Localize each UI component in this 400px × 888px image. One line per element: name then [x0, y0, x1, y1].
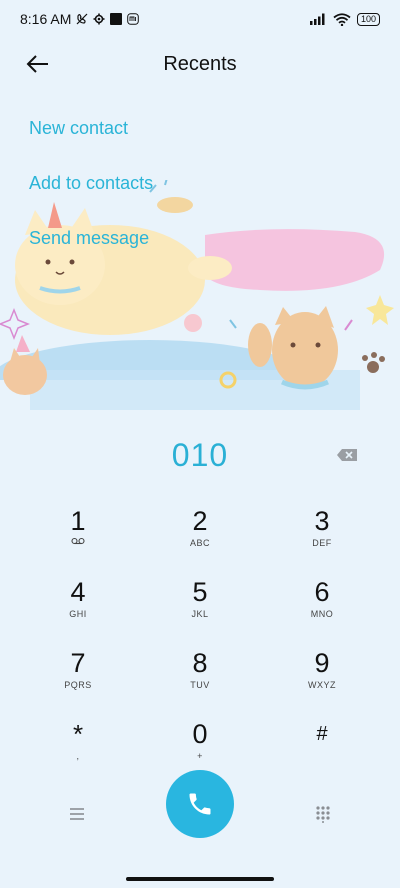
wifi-icon — [333, 12, 351, 26]
key-letters: + — [197, 751, 203, 761]
key-letters: MNO — [310, 609, 334, 619]
key-letters: DEF — [312, 538, 332, 548]
action-links: New contact Add to contacts Send message — [29, 110, 153, 275]
keypad: 1 2 ABC 3 DEF 4 GHI 5 JKL 6 MNO 7 PQRS 8… — [17, 500, 383, 784]
mi-icon — [127, 13, 140, 25]
arrow-left-icon — [26, 55, 48, 73]
add-to-contacts-link[interactable]: Add to contacts — [29, 165, 153, 220]
voicemail-icon — [71, 537, 85, 545]
back-button[interactable] — [22, 50, 54, 78]
menu-button[interactable] — [62, 796, 92, 832]
status-bar: 8:16 AM 100 — [0, 0, 400, 38]
battery-icon: 100 — [356, 12, 380, 26]
key-8[interactable]: 8 TUV — [139, 642, 261, 713]
key-digit: 5 — [192, 577, 208, 607]
status-left: 8:16 AM — [20, 11, 140, 27]
backspace-button[interactable] — [334, 444, 360, 466]
signal-icon — [309, 13, 325, 25]
key-digit: 0 — [192, 719, 208, 749]
key-letters: JKL — [191, 609, 209, 619]
key-letters: ABC — [189, 538, 210, 548]
key-digit: 9 — [314, 648, 330, 678]
key-1[interactable]: 1 — [17, 500, 139, 571]
home-indicator[interactable] — [126, 877, 274, 881]
key-digit: 6 — [314, 577, 330, 607]
key-digit: 8 — [192, 648, 208, 678]
key-letters: , — [76, 751, 80, 761]
key-digit: 4 — [70, 577, 86, 607]
key-letters: PQRS — [64, 680, 92, 690]
square-notification-icon — [110, 13, 123, 25]
send-message-link[interactable]: Send message — [29, 220, 153, 275]
phone-icon — [189, 793, 211, 815]
status-time: 8:16 AM — [20, 11, 72, 27]
dialpad-icon — [316, 806, 330, 823]
key-3[interactable]: 3 DEF — [261, 500, 383, 571]
new-contact-link[interactable]: New contact — [29, 110, 153, 165]
key-star[interactable]: * , — [17, 713, 139, 784]
dialpad-toggle-button[interactable] — [308, 796, 338, 832]
key-digit: 2 — [192, 506, 208, 536]
status-right: 100 — [309, 12, 380, 26]
header: Recents — [0, 44, 400, 84]
key-9[interactable]: 9 WXYZ — [261, 642, 383, 713]
call-button[interactable] — [166, 770, 234, 838]
no-call-icon — [76, 13, 88, 25]
battery-level: 100 — [360, 14, 376, 24]
key-digit: 7 — [70, 648, 86, 678]
key-hash[interactable]: # — [261, 713, 383, 784]
key-4[interactable]: 4 GHI — [17, 571, 139, 642]
key-5[interactable]: 5 JKL — [139, 571, 261, 642]
key-letters: TUV — [190, 680, 210, 690]
key-digit: # — [316, 723, 328, 745]
key-digit: 1 — [70, 506, 86, 536]
key-letters: WXYZ — [308, 680, 336, 690]
backspace-icon — [337, 449, 357, 461]
key-digit: * — [72, 719, 84, 749]
key-7[interactable]: 7 PQRS — [17, 642, 139, 713]
key-6[interactable]: 6 MNO — [261, 571, 383, 642]
page-title: Recents — [163, 52, 237, 75]
settings-gear-icon — [93, 13, 105, 25]
menu-icon — [70, 808, 84, 820]
key-digit: 3 — [314, 506, 330, 536]
key-letters: GHI — [69, 609, 87, 619]
key-2[interactable]: 2 ABC — [139, 500, 261, 571]
